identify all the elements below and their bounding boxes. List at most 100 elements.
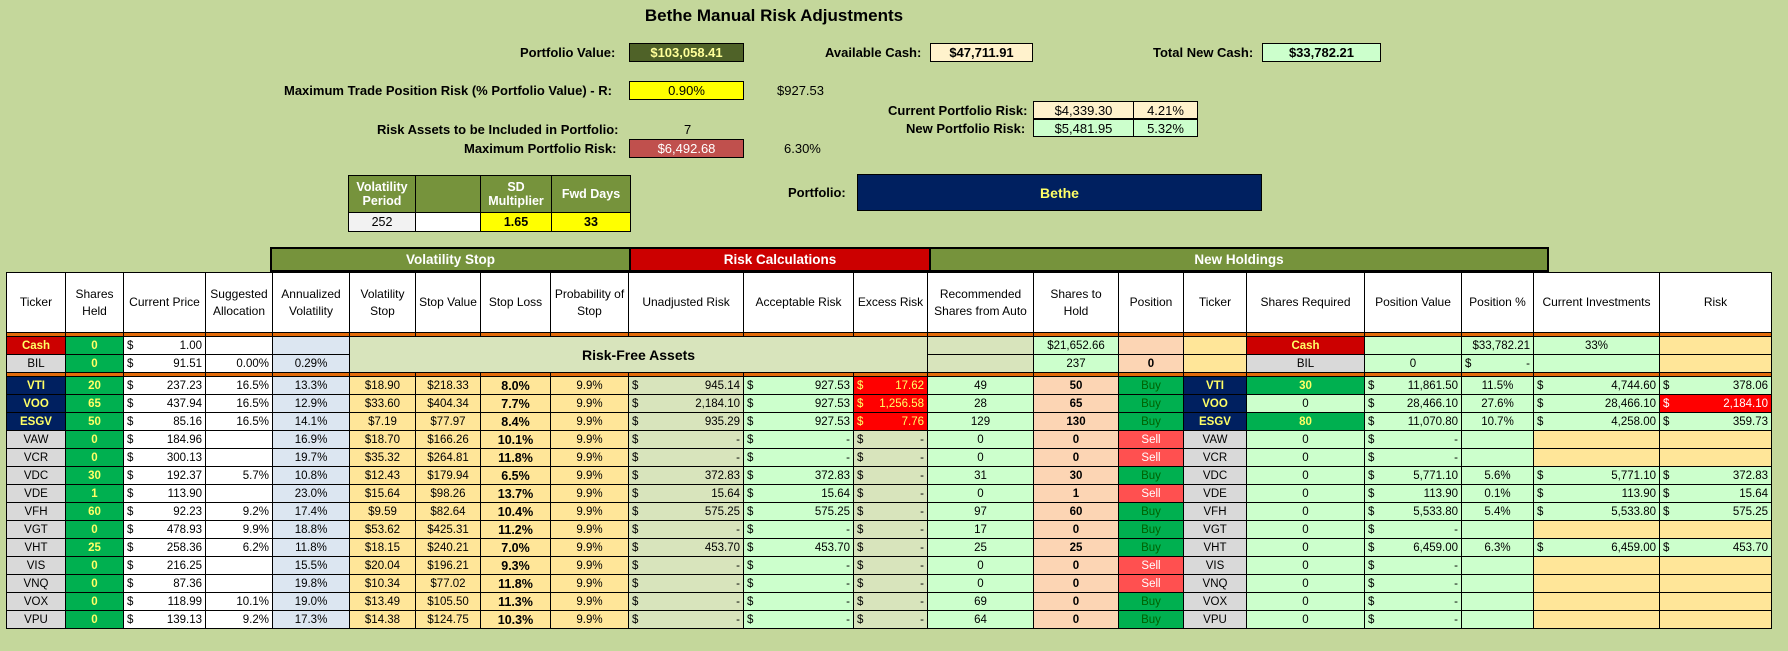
table-row[interactable]: Cash 0 $1.00 Risk-Free Assets $21,652.66 Cash… — [6, 336, 1772, 373]
vol-cell[interactable]: 13.3% — [272, 376, 350, 395]
prob-cell[interactable]: 9.9% — [550, 448, 629, 467]
rec-shares-cell[interactable]: 0 — [927, 556, 1034, 575]
shares-required-cell[interactable]: 0 — [1246, 520, 1365, 539]
unadj-risk-cell[interactable]: $2,184.10 — [628, 394, 744, 413]
ticker2-cell[interactable]: ESGV — [1183, 412, 1247, 431]
risk-cell[interactable]: $359.73 — [1659, 412, 1772, 431]
hold-cell[interactable]: 25 — [1033, 538, 1119, 557]
shares-held-cell[interactable]: 0 — [65, 610, 124, 629]
price-cell[interactable]: $87.36 — [123, 574, 206, 593]
sell-badge[interactable]: Sell — [1118, 448, 1184, 467]
vstop-cell[interactable]: $10.34 — [349, 574, 416, 593]
vstop-cell[interactable]: $14.38 — [349, 610, 416, 629]
prob-cell[interactable]: 9.9% — [550, 394, 629, 413]
sell-badge[interactable]: Sell — [1118, 556, 1184, 575]
pos-value-cell[interactable]: $ - — [1364, 448, 1462, 467]
vstop-cell[interactable]: $53.62 — [349, 520, 416, 539]
table-row[interactable]: VHT 25 $258.36 6.2% 11.8% $18.15 $240.21 7.0% 9.… — [6, 538, 1772, 557]
hold-cell[interactable]: 0 — [1033, 556, 1119, 575]
price-cell[interactable]: $139.13 — [123, 610, 206, 629]
alloc-cell[interactable]: 16.5% — [205, 394, 273, 413]
req-cell[interactable] — [1364, 336, 1462, 355]
stop-value-cell[interactable]: $404.34 — [415, 394, 481, 413]
ticker-cell[interactable]: VOX — [6, 592, 66, 611]
vol-cell[interactable]: 16.9% — [272, 430, 350, 449]
stop-value-cell[interactable]: $77.02 — [415, 574, 481, 593]
max-portfolio-risk-cell[interactable]: $6,492.68 — [629, 139, 744, 158]
price-cell[interactable]: $184.96 — [123, 430, 206, 449]
sd-multiplier-value[interactable]: 1.65 — [480, 212, 552, 232]
cur-inv-cell[interactable] — [1533, 592, 1660, 611]
ticker-cell[interactable]: VTI — [6, 376, 66, 395]
unadj-risk-cell[interactable]: $ - — [628, 610, 744, 629]
stop-loss-cell[interactable]: 8.0% — [480, 376, 551, 395]
vstop-cell[interactable]: $33.60 — [349, 394, 416, 413]
table-row[interactable]: VOO 65 $437.94 16.5% 12.9% $33.60 $404.34 7.7% 9… — [6, 394, 1772, 413]
ticker-cell[interactable]: VFH — [6, 502, 66, 521]
stop-loss-cell[interactable]: 9.3% — [480, 556, 551, 575]
ticker2-cell[interactable]: VOX — [1183, 592, 1247, 611]
acc-risk-cell[interactable]: $15.64 — [743, 484, 854, 503]
prob-cell[interactable]: 9.9% — [550, 484, 629, 503]
rec-shares-cell[interactable]: 64 — [927, 610, 1034, 629]
stop-value-cell[interactable]: $77.97 — [415, 412, 481, 431]
ticker-cell[interactable]: VIS — [6, 556, 66, 575]
excess-risk-cell[interactable]: $ - — [853, 520, 928, 539]
unadj-risk-cell[interactable]: $ - — [628, 520, 744, 539]
acc-risk-cell[interactable]: $575.25 — [743, 502, 854, 521]
cur-inv-cell[interactable]: $4,258.00 — [1533, 412, 1660, 431]
shares-required-cell[interactable]: 0 — [1246, 538, 1365, 557]
hold-cell[interactable]: 0 — [1033, 448, 1119, 467]
rec-shares-cell[interactable]: 69 — [927, 592, 1034, 611]
pos-pct-cell[interactable] — [1461, 430, 1534, 449]
ticker2-cell[interactable]: VDC — [1183, 466, 1247, 485]
pos-value-cell[interactable]: $ - — [1364, 592, 1462, 611]
pos-pct-cell[interactable]: 6.3% — [1461, 538, 1534, 557]
ticker2-cell[interactable]: VHT — [1183, 538, 1247, 557]
rec-shares-cell[interactable]: 97 — [927, 502, 1034, 521]
prob-cell[interactable]: 9.9% — [550, 520, 629, 539]
shares-held-cell[interactable]: 50 — [65, 412, 124, 431]
vol-cell[interactable]: 17.4% — [272, 502, 350, 521]
prob-cell[interactable]: 9.9% — [550, 610, 629, 629]
buy-badge[interactable]: Buy — [1118, 394, 1184, 413]
current-portfolio-risk-value[interactable]: $4,339.30 — [1033, 101, 1134, 119]
cur-inv-cell[interactable]: $5,533.80 — [1533, 502, 1660, 521]
pos-value-cell[interactable]: $ - — [1364, 520, 1462, 539]
vstop-cell[interactable]: $20.04 — [349, 556, 416, 575]
buy-badge[interactable]: Buy — [1118, 610, 1184, 629]
stop-value-cell[interactable]: $264.81 — [415, 448, 481, 467]
hold-cell[interactable] — [1118, 336, 1184, 355]
risk-cell[interactable] — [1659, 574, 1772, 593]
vol-cell[interactable]: 23.0% — [272, 484, 350, 503]
stop-value-cell[interactable]: $98.26 — [415, 484, 481, 503]
sell-badge[interactable]: Sell — [1118, 430, 1184, 449]
shares-held-cell[interactable]: 25 — [65, 538, 124, 557]
hold-cell[interactable]: 0 — [1033, 520, 1119, 539]
sell-badge[interactable]: Sell — [1118, 484, 1184, 503]
alloc-cell[interactable] — [205, 574, 273, 593]
ticker2-cell[interactable]: VGT — [1183, 520, 1247, 539]
price-cell[interactable]: $237.23 — [123, 376, 206, 395]
stop-value-cell[interactable]: $82.64 — [415, 502, 481, 521]
risk-cell[interactable]: $372.83 — [1659, 466, 1772, 485]
table-row[interactable]: VCR 0 $300.13 19.7% $35.32 $264.81 11.8% 9.9% $ -… — [6, 448, 1772, 467]
ticker2-cell[interactable]: VCR — [1183, 448, 1247, 467]
prob-cell[interactable]: 9.9% — [550, 574, 629, 593]
acc-risk-cell[interactable]: $ - — [743, 430, 854, 449]
acc-risk-cell[interactable]: $ - — [743, 448, 854, 467]
vstop-cell[interactable]: $35.32 — [349, 448, 416, 467]
alloc-cell[interactable]: 5.7% — [205, 466, 273, 485]
excess-risk-cell[interactable]: $ - — [853, 448, 928, 467]
ticker2-cell[interactable]: VAW — [1183, 430, 1247, 449]
pos-value-cell[interactable]: $ - — [1364, 574, 1462, 593]
cur-inv-cell[interactable] — [1533, 574, 1660, 593]
risk-cell[interactable] — [1659, 556, 1772, 575]
table-row[interactable]: VNQ 0 $87.36 19.8% $10.34 $77.02 11.8% 9.9% $ - $ -… — [6, 574, 1772, 593]
ticker2-cell[interactable]: BIL — [1246, 354, 1365, 373]
blank-value[interactable] — [415, 212, 481, 232]
ticker-cell[interactable]: BIL — [6, 354, 66, 373]
shares-required-cell[interactable]: 80 — [1246, 412, 1365, 431]
pos-pct-cell[interactable] — [1461, 520, 1534, 539]
unadj-risk-cell[interactable]: $ - — [628, 556, 744, 575]
